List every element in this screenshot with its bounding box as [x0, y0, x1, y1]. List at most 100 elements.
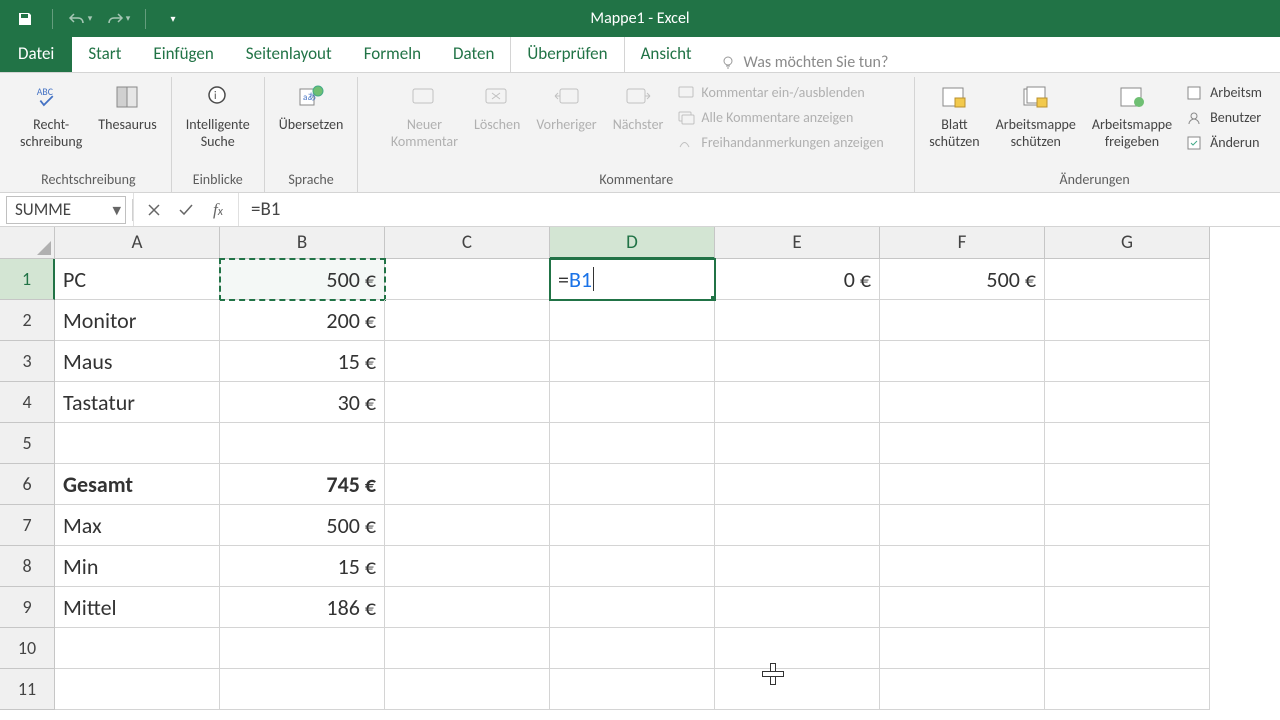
save-button[interactable] — [10, 4, 40, 34]
cell-B7[interactable]: 500 € — [220, 505, 385, 546]
cell-E8[interactable] — [715, 546, 880, 587]
cell-A9[interactable]: Mittel — [55, 587, 220, 628]
cell-F7[interactable] — [880, 505, 1045, 546]
name-box[interactable]: SUMME ▾ — [6, 196, 126, 224]
tab-insert[interactable]: Einfügen — [137, 35, 229, 72]
row-header-11[interactable]: 11 — [0, 669, 55, 710]
cell-G7[interactable] — [1045, 505, 1210, 546]
row-header-4[interactable]: 4 — [0, 382, 55, 423]
cell-B11[interactable] — [220, 669, 385, 710]
cell-D9[interactable] — [550, 587, 715, 628]
cell-E10[interactable] — [715, 628, 880, 669]
row-header-10[interactable]: 10 — [0, 628, 55, 669]
cell-F3[interactable] — [880, 341, 1045, 382]
cell-E1[interactable]: 0 € — [715, 259, 880, 300]
column-header-A[interactable]: A — [55, 227, 220, 259]
cell-F2[interactable] — [880, 300, 1045, 341]
cell-F10[interactable] — [880, 628, 1045, 669]
cell-G5[interactable] — [1045, 423, 1210, 464]
spellcheck-button[interactable]: ABC Recht- schreibung — [14, 77, 88, 155]
cell-C11[interactable] — [385, 669, 550, 710]
cell-E9[interactable] — [715, 587, 880, 628]
row-header-8[interactable]: 8 — [0, 546, 55, 587]
tab-file[interactable]: Datei — [0, 35, 72, 72]
cell-C3[interactable] — [385, 341, 550, 382]
column-header-D[interactable]: D — [550, 227, 715, 259]
cell-C4[interactable] — [385, 382, 550, 423]
cell-A6[interactable]: Gesamt — [55, 464, 220, 505]
cell-A7[interactable]: Max — [55, 505, 220, 546]
row-header-7[interactable]: 7 — [0, 505, 55, 546]
smart-lookup-button[interactable]: i Intelligente Suche — [180, 77, 256, 155]
cell-F1[interactable]: 500 € — [880, 259, 1045, 300]
translate-button[interactable]: aあ Übersetzen — [273, 77, 350, 138]
tab-data[interactable]: Daten — [437, 35, 510, 72]
cell-F9[interactable] — [880, 587, 1045, 628]
column-header-B[interactable]: B — [220, 227, 385, 259]
cell-A1[interactable]: PC — [55, 259, 220, 300]
cell-E6[interactable] — [715, 464, 880, 505]
protect-share-workbook-button[interactable]: Arbeitsm — [1182, 81, 1266, 104]
cell-A5[interactable] — [55, 423, 220, 464]
cell-G3[interactable] — [1045, 341, 1210, 382]
protect-sheet-button[interactable]: Blatt schützen — [923, 77, 985, 155]
cell-D6[interactable] — [550, 464, 715, 505]
cell-B8[interactable]: 15 € — [220, 546, 385, 587]
cell-G1[interactable] — [1045, 259, 1210, 300]
cell-C6[interactable] — [385, 464, 550, 505]
cell-G9[interactable] — [1045, 587, 1210, 628]
cell-F6[interactable] — [880, 464, 1045, 505]
cell-E5[interactable] — [715, 423, 880, 464]
cell-A10[interactable] — [55, 628, 220, 669]
cell-G4[interactable] — [1045, 382, 1210, 423]
row-header-2[interactable]: 2 — [0, 300, 55, 341]
column-header-E[interactable]: E — [715, 227, 880, 259]
tab-view[interactable]: Ansicht — [625, 35, 708, 72]
cell-F4[interactable] — [880, 382, 1045, 423]
cell-D3[interactable] — [550, 341, 715, 382]
allow-users-button[interactable]: Benutzer — [1182, 106, 1266, 129]
cell-G11[interactable] — [1045, 669, 1210, 710]
select-all-corner[interactable] — [0, 227, 55, 259]
cell-B2[interactable]: 200 € — [220, 300, 385, 341]
row-header-1[interactable]: 1 — [0, 259, 55, 300]
cell-C5[interactable] — [385, 423, 550, 464]
row-header-5[interactable]: 5 — [0, 423, 55, 464]
column-header-F[interactable]: F — [880, 227, 1045, 259]
cell-D8[interactable] — [550, 546, 715, 587]
formula-input[interactable]: =B1 — [239, 193, 1280, 226]
column-header-C[interactable]: C — [385, 227, 550, 259]
cell-E7[interactable] — [715, 505, 880, 546]
tab-formulas[interactable]: Formeln — [348, 35, 437, 72]
cell-B4[interactable]: 30 € — [220, 382, 385, 423]
tab-home[interactable]: Start — [72, 35, 137, 72]
cell-E3[interactable] — [715, 341, 880, 382]
cell-D2[interactable] — [550, 300, 715, 341]
cell-C1[interactable] — [385, 259, 550, 300]
cell-D10[interactable] — [550, 628, 715, 669]
cell-A8[interactable]: Min — [55, 546, 220, 587]
cell-A3[interactable]: Maus — [55, 341, 220, 382]
column-header-G[interactable]: G — [1045, 227, 1210, 259]
cell-E11[interactable] — [715, 669, 880, 710]
fx-button[interactable]: fx — [204, 198, 232, 222]
cell-C2[interactable] — [385, 300, 550, 341]
cell-B5[interactable] — [220, 423, 385, 464]
cell-C9[interactable] — [385, 587, 550, 628]
qat-customize[interactable]: ▾ — [158, 4, 188, 34]
cell-E4[interactable] — [715, 382, 880, 423]
cell-D11[interactable] — [550, 669, 715, 710]
tab-review[interactable]: Überprüfen — [510, 34, 624, 72]
share-workbook-button[interactable]: Arbeitsmappe freigeben — [1086, 77, 1178, 155]
cell-D4[interactable] — [550, 382, 715, 423]
cell-B3[interactable]: 15 € — [220, 341, 385, 382]
cell-B1[interactable]: 500 € — [220, 259, 385, 300]
row-header-9[interactable]: 9 — [0, 587, 55, 628]
redo-button[interactable]: ▾ — [103, 4, 133, 34]
cell-A4[interactable]: Tastatur — [55, 382, 220, 423]
row-header-3[interactable]: 3 — [0, 341, 55, 382]
tab-layout[interactable]: Seitenlayout — [230, 35, 348, 72]
cell-B10[interactable] — [220, 628, 385, 669]
cell-G6[interactable] — [1045, 464, 1210, 505]
cell-C7[interactable] — [385, 505, 550, 546]
